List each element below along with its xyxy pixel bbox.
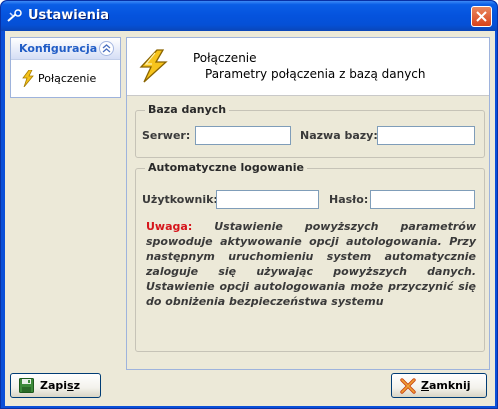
- tools-icon: [7, 9, 22, 22]
- close-icon: [400, 378, 416, 394]
- close-button-label: Zamknij: [421, 379, 471, 392]
- database-name-input[interactable]: [377, 126, 475, 145]
- lightning-icon: [22, 70, 34, 87]
- floppy-disk-icon: [19, 378, 34, 393]
- settings-panel: Połączenie Parametry połączenia z bazą d…: [126, 37, 490, 370]
- close-icon: [476, 11, 487, 22]
- sidebar-item-label: Połączenie: [38, 72, 97, 85]
- server-input[interactable]: [195, 126, 291, 145]
- window-client-area: Konfiguracja Połączenie Połączenie Param…: [5, 31, 495, 406]
- close-button[interactable]: Zamknij: [391, 373, 487, 398]
- autologin-group: Automatyczne logowanie Użytkownik: Hasło…: [135, 161, 485, 352]
- save-button-label: Zapisz: [40, 379, 81, 392]
- server-label: Serwer:: [142, 129, 191, 142]
- autologin-warning: Uwaga: Ustawienie powyższych parametrów …: [146, 219, 476, 309]
- section-title: Połączenie: [193, 51, 257, 65]
- sidebar-header[interactable]: Konfiguracja: [11, 38, 120, 60]
- sidebar-item-connection[interactable]: Połączenie: [21, 70, 117, 88]
- settings-window: Ustawienia Konfiguracja Połączenie Połąc…: [0, 0, 498, 409]
- username-label: Użytkownik:: [142, 193, 218, 206]
- database-name-label: Nazwa bazy:: [300, 129, 378, 142]
- section-header: Połączenie Parametry połączenia z bazą d…: [127, 38, 489, 96]
- save-button[interactable]: Zapisz: [10, 373, 101, 398]
- sidebar-header-label: Konfiguracja: [19, 42, 98, 55]
- warning-prefix: Uwaga:: [146, 220, 193, 233]
- window-title: Ustawienia: [28, 8, 110, 23]
- sidebar: Konfiguracja Połączenie: [10, 37, 121, 98]
- close-window-button[interactable]: [471, 6, 492, 27]
- section-subtitle: Parametry połączenia z bazą danych: [205, 67, 426, 81]
- password-label: Hasło:: [329, 193, 369, 206]
- autologin-group-legend: Automatyczne logowanie: [145, 161, 307, 174]
- database-group: Baza danych Serwer: Nazwa bazy:: [135, 103, 485, 158]
- collapse-icon[interactable]: [99, 41, 114, 56]
- database-group-legend: Baza danych: [145, 103, 230, 116]
- username-input[interactable]: [216, 190, 319, 209]
- title-bar[interactable]: Ustawienia: [1, 1, 497, 31]
- password-input[interactable]: [370, 190, 475, 209]
- lightning-icon: [139, 49, 168, 83]
- warning-text: Ustawienie powyższych parametrów spowodu…: [146, 220, 476, 308]
